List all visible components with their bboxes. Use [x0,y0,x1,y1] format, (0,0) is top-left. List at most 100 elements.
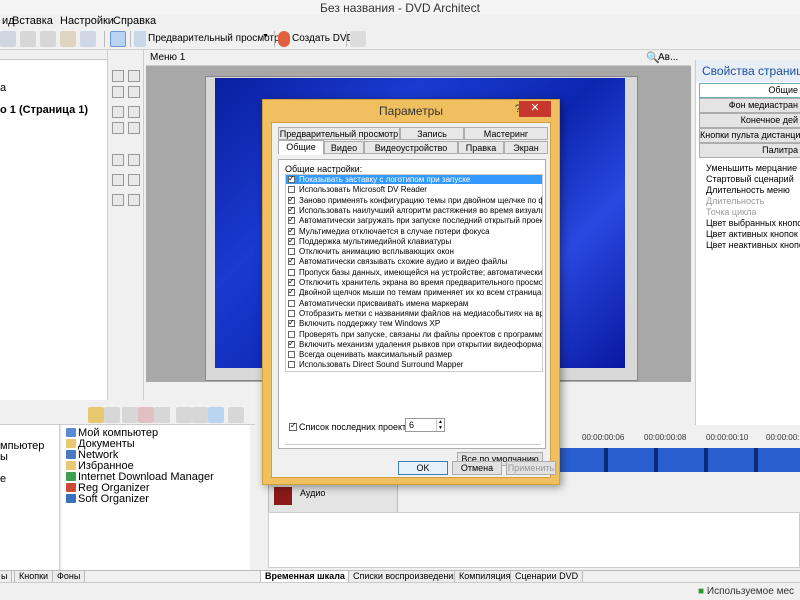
list-item[interactable]: Soft Organizer [66,493,149,505]
align-bottom-icon[interactable] [128,122,140,134]
option-checkbox[interactable] [288,340,295,348]
option-row[interactable]: Двойной щелчок мыши по темам применяет и… [286,288,542,297]
prop-tab-remote-buttons[interactable]: Кнопки пульта дистанцио [699,128,800,143]
size-icon[interactable] [112,174,124,186]
option-checkbox[interactable] [288,278,295,286]
option-checkbox[interactable] [288,206,295,214]
paste-icon[interactable] [40,31,56,47]
tab-general[interactable]: Общие [278,140,324,155]
option-row[interactable]: Использовать наилучший алгоритм растяжен… [286,206,542,215]
refresh-icon[interactable] [104,407,120,423]
tab-record[interactable]: Запись [400,127,464,140]
cancel-button[interactable]: Отмена [452,461,502,475]
option-row[interactable]: Показывать заставку с логотипом при запу… [286,175,542,184]
option-row[interactable]: Отключить анимацию всплывающих окон [286,247,542,256]
preview-button[interactable]: Предварительный просмотр [148,33,280,44]
option-checkbox[interactable] [288,175,295,183]
align-right-icon[interactable] [128,106,140,118]
distribute-icon[interactable] [112,154,124,166]
autoplay-icon[interactable] [208,407,224,423]
option-checkbox[interactable] [288,227,295,235]
align-top-icon[interactable] [112,122,124,134]
prop-flicker[interactable]: Уменьшить мерцание раз... [706,163,800,173]
option-row[interactable]: Проверять при запуске, связаны ли файлы … [286,330,542,339]
option-row[interactable]: Мультимедиа отключается в случае потери … [286,227,542,236]
size-icon[interactable] [128,174,140,186]
align-left-icon[interactable] [112,106,124,118]
distribute-icon[interactable] [128,154,140,166]
center-icon[interactable] [112,194,124,206]
option-checkbox[interactable] [288,330,295,338]
option-row[interactable]: Пропуск базы данных, имеющейся на устрой… [286,268,542,277]
option-checkbox[interactable] [288,361,295,369]
option-checkbox[interactable] [288,309,295,317]
prop-tab-end-action[interactable]: Конечное дей [699,113,800,128]
tab-edit[interactable]: Правка [458,141,504,154]
menu-item-help[interactable]: Справка [113,15,156,27]
select-tool-icon[interactable] [110,31,126,47]
option-row[interactable]: Включить поддержку тем Windows XP [286,319,542,328]
option-row[interactable]: Отобразить метки с названиями файлов на … [286,309,542,318]
option-row[interactable]: Всегда оценивать максимальный размер [286,350,542,359]
align-tool-icon[interactable] [128,86,140,98]
option-row[interactable]: Отключить хранитель экрана во время пред… [286,278,542,287]
view-icon[interactable] [154,407,170,423]
prop-start-script[interactable]: Стартовый сценарий [706,174,794,184]
prop-active-color[interactable]: Цвет активных кнопок [706,229,798,239]
option-checkbox[interactable] [288,237,295,245]
option-row[interactable]: Поддержка мультимедийной клавиатуры [286,237,542,246]
resize-tool-icon[interactable] [128,70,140,82]
center-icon[interactable] [128,194,140,206]
option-row[interactable]: Автоматически связывать схожие аудио и в… [286,257,542,266]
option-row[interactable]: Использовать Direct Sound Surround Mappe… [286,360,542,369]
cut-icon[interactable] [0,31,16,47]
option-row[interactable]: Автоматически загружать при запуске посл… [286,216,542,225]
option-checkbox[interactable] [288,248,295,256]
option-checkbox[interactable] [288,186,295,194]
tab-display[interactable]: Экран [504,141,548,154]
prop-inactive-color[interactable]: Цвет неактивных кнопок [706,240,800,250]
option-row[interactable]: Заново применять конфигурацию темы при д… [286,196,542,205]
option-checkbox[interactable] [288,288,295,297]
recent-projects-option[interactable]: Список последних проектов: [289,421,418,432]
create-dvd-button[interactable]: Создать DVD [292,33,354,44]
burn-icon[interactable] [350,31,366,47]
video-track-clips[interactable] [558,448,800,472]
option-row[interactable]: Включить механизм удаления рывков при от… [286,340,542,349]
play-icon[interactable] [176,407,192,423]
pointer-tool-icon[interactable] [112,70,124,82]
prop-selected-color[interactable]: Цвет выбранных кнопок [706,218,800,228]
ok-button[interactable]: OK [398,461,448,475]
folder-icon[interactable] [88,407,104,423]
tree-item-menu1[interactable]: о 1 (Страница 1) [0,104,88,116]
tree-item[interactable]: е [0,473,6,485]
tab-menu1[interactable]: Меню 1 [150,52,185,63]
tab-mastering[interactable]: Мастеринг [464,127,548,140]
prop-tab-background[interactable]: Фон медиастран [699,98,800,113]
tree-item-root[interactable]: а [0,82,6,94]
tab-preview[interactable]: Предварительный просмотр [278,127,400,140]
option-checkbox[interactable] [288,196,295,204]
preview-dropdown-icon[interactable]: ▼ [262,33,269,40]
recent-projects-stepper[interactable]: 6 ▲ ▼ [405,418,445,432]
tab-video[interactable]: Видео [324,141,364,154]
prop-menu-duration[interactable]: Длительность меню [706,185,790,195]
option-checkbox[interactable] [288,351,295,359]
option-checkbox[interactable] [288,299,295,307]
delete-icon[interactable] [60,31,76,47]
option-checkbox[interactable] [288,216,295,225]
stop-icon[interactable] [192,407,208,423]
close-button[interactable]: ✕ [519,101,551,117]
prop-tab-general[interactable]: Общие [699,83,800,98]
spin-arrows-icon[interactable]: ▲ ▼ [436,419,444,431]
recent-projects-checkbox[interactable] [289,421,297,431]
option-checkbox[interactable] [288,257,295,266]
menu-item-settings[interactable]: Настройки [60,15,114,27]
align-tool-icon[interactable] [112,86,124,98]
menu-item-insert[interactable]: Вставка [12,15,53,27]
option-row[interactable]: Автоматически присваивать имена маркерам [286,299,542,308]
view-icon[interactable] [122,407,138,423]
tree-item[interactable]: ы [0,451,8,463]
undo-icon[interactable] [80,31,96,47]
delete-icon[interactable] [138,407,154,423]
